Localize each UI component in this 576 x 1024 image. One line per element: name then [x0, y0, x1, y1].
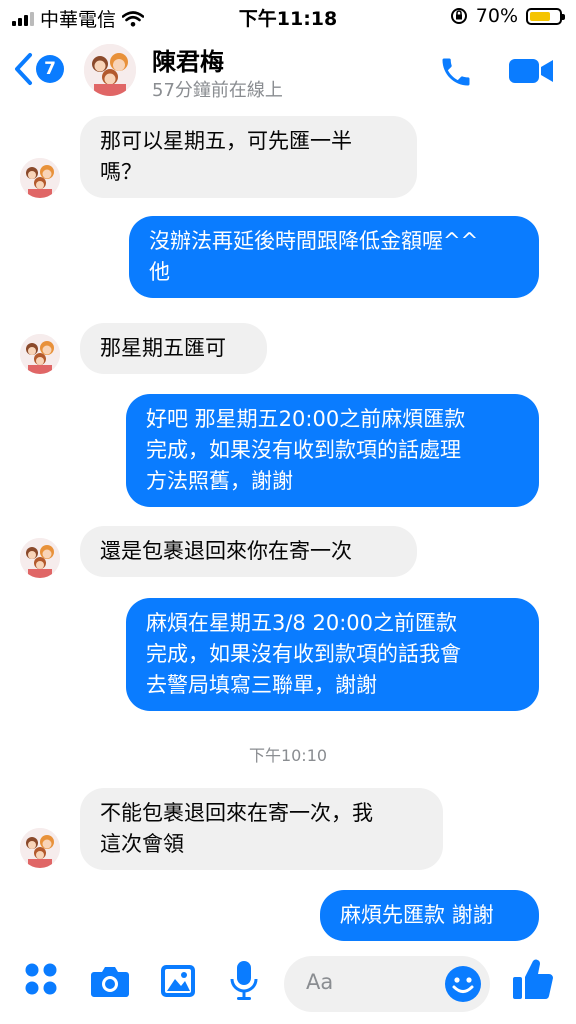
outgoing-message[interactable]: 麻煩在星期五3/8 20:00之前匯款 完成，如果沒有收到款項的話我會 去警局填…	[126, 598, 539, 711]
video-camera-icon	[509, 59, 553, 83]
incoming-message[interactable]: 那星期五匯可	[80, 323, 267, 374]
sender-avatar	[20, 334, 60, 374]
apps-icon	[25, 963, 57, 995]
outgoing-message[interactable]: 麻煩先匯款 謝謝	[320, 890, 539, 941]
contact-name[interactable]: 陳君梅	[152, 42, 224, 77]
outgoing-message[interactable]: 好吧 那星期五20:00之前麻煩匯款 完成，如果沒有收到款項的話處理 方法照舊，…	[126, 394, 539, 507]
battery-icon	[526, 7, 565, 25]
phone-icon	[442, 58, 470, 86]
back-button[interactable]: 7	[12, 52, 64, 86]
battery-percent: 70%	[475, 5, 518, 27]
like-button[interactable]	[512, 958, 554, 1006]
more-actions-button[interactable]	[24, 962, 58, 1000]
chevron-left-icon	[15, 53, 32, 85]
rotation-lock-icon	[450, 8, 467, 24]
composer-bar: Aa	[0, 942, 576, 1024]
image-icon	[161, 965, 195, 997]
incoming-message[interactable]: 那可以星期五，可先匯一半 嗎？	[80, 116, 417, 198]
emoji-button[interactable]	[444, 965, 482, 1007]
conversation-header: 7 陳君梅 57分鐘前在線上	[0, 34, 576, 112]
incoming-message[interactable]: 還是包裹退回來你在寄一次	[80, 526, 417, 577]
contact-avatar[interactable]	[84, 44, 136, 96]
incoming-message[interactable]: 不能包裹退回來在寄一次，我 這次會領	[80, 788, 443, 870]
voice-message-button[interactable]	[230, 960, 258, 1006]
status-bar: 中華電信 下午11:18 70%	[0, 0, 576, 34]
message-timestamp: 下午10:10	[248, 746, 328, 765]
message-thread[interactable]: 那可以星期五，可先匯一半 嗎？ 沒辦法再延後時間跟降低金額喔^^ 他 那星期五匯…	[0, 112, 576, 942]
video-call-button[interactable]	[508, 56, 554, 90]
unread-count-badge: 7	[36, 55, 64, 83]
voice-call-button[interactable]	[438, 54, 474, 94]
microphone-icon	[230, 961, 258, 1000]
camera-button[interactable]	[90, 964, 130, 1002]
sender-avatar	[20, 828, 60, 868]
gallery-button[interactable]	[160, 964, 196, 1002]
sender-avatar	[20, 538, 60, 578]
sender-avatar	[20, 158, 60, 198]
camera-icon	[91, 967, 129, 997]
emoji-icon	[445, 966, 481, 1002]
contact-status: 57分鐘前在線上	[152, 80, 283, 101]
message-input-placeholder: Aa	[306, 970, 334, 994]
thumbs-up-icon	[513, 959, 553, 1000]
message-input[interactable]: Aa	[284, 956, 490, 1012]
outgoing-message[interactable]: 沒辦法再延後時間跟降低金額喔^^ 他	[129, 216, 539, 298]
